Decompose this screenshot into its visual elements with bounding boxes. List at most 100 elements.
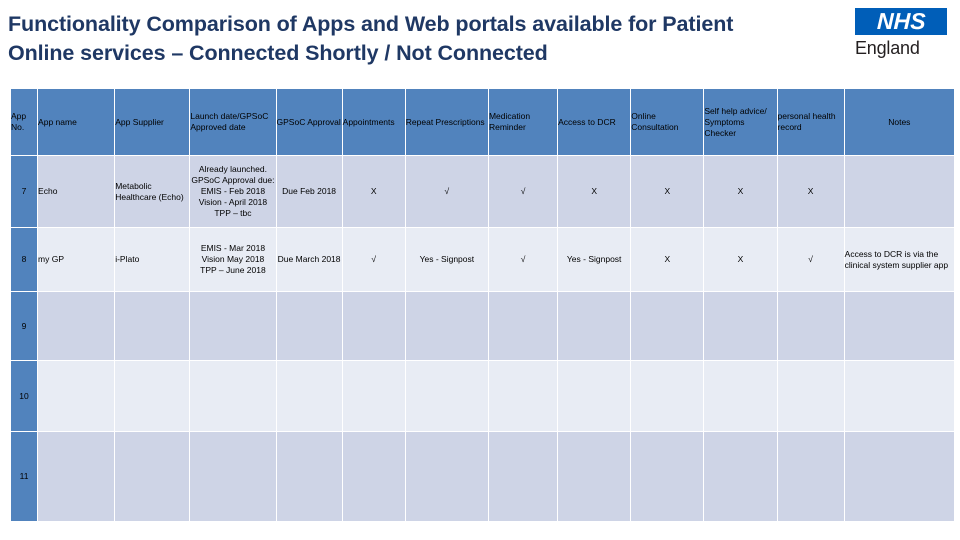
page-title-line-1: Functionality Comparison of Apps and Web… <box>8 12 734 36</box>
cell-app-no: 7 <box>11 156 38 227</box>
cell-medication-reminder <box>488 361 558 431</box>
cell-gpsoc-approval <box>276 361 342 431</box>
nhs-logo-text: NHS <box>876 8 926 34</box>
cell-access-to-dcr: X <box>558 156 631 227</box>
column-header-self-help: Self help advice/ Symptoms Checker <box>704 89 777 155</box>
cell-app-no: 9 <box>11 292 38 360</box>
cell-self-help <box>704 292 777 360</box>
cell-text-line: Vision May 2018 <box>201 254 265 264</box>
column-header-access-to-dcr: Access to DCR <box>558 89 631 155</box>
cell-notes: Access to DCR is via the clinical system… <box>844 228 954 291</box>
cell-self-help: X <box>704 156 777 227</box>
cell-access-to-dcr <box>558 432 631 521</box>
column-header-app-supplier: App Supplier <box>115 89 190 155</box>
column-header-appointments: Appointments <box>342 89 405 155</box>
column-header-online-consultation: Online Consultation <box>631 89 704 155</box>
cell-personal-health-record <box>777 432 844 521</box>
cell-text-line: TPP – tbc <box>214 208 252 218</box>
cell-gpsoc-approval <box>276 292 342 360</box>
cell-app-no: 8 <box>11 228 38 291</box>
table-row[interactable]: 7 Echo Metabolic Healthcare (Echo) Already … <box>11 156 954 227</box>
cell-notes <box>844 292 954 360</box>
cell-personal-health-record: X <box>777 156 844 227</box>
cell-online-consultation: X <box>631 228 704 291</box>
column-header-personal-health-record: personal health record <box>777 89 844 155</box>
cell-appointments: X <box>342 156 405 227</box>
cell-launch-date: Already launched. GPSoC Approval due: EMIS… <box>190 156 276 227</box>
slide-header: Functionality Comparison of Apps and Web… <box>0 0 960 86</box>
column-header-notes: Notes <box>844 89 954 155</box>
cell-notes <box>844 361 954 431</box>
column-header-app-no: App No. <box>11 89 38 155</box>
cell-text-line: GPSoC Approval due: <box>191 175 275 185</box>
cell-app-supplier: i-Plato <box>115 228 190 291</box>
cell-appointments: √ <box>342 228 405 291</box>
table-header-row: App No. App name App Supplier Launch dat… <box>11 89 954 155</box>
cell-text-line: Already launched. <box>198 164 267 174</box>
cell-access-to-dcr: Yes - Signpost <box>558 228 631 291</box>
column-header-medication-reminder: Medication Reminder <box>488 89 558 155</box>
cell-self-help: X <box>704 228 777 291</box>
cell-appointments <box>342 361 405 431</box>
column-header-repeat-prescriptions: Repeat Prescriptions <box>405 89 488 155</box>
cell-appointments <box>342 432 405 521</box>
cell-text-line: TPP – June 2018 <box>200 265 266 275</box>
cell-app-name <box>38 432 115 521</box>
cell-app-supplier: Metabolic Healthcare (Echo) <box>115 156 190 227</box>
cell-repeat-prescriptions <box>405 432 488 521</box>
cell-self-help <box>704 361 777 431</box>
nhs-logo-box: NHS <box>855 8 947 35</box>
cell-self-help <box>704 432 777 521</box>
nhs-logo-subtext: England <box>855 38 920 58</box>
table-row[interactable]: 8 my GP i-Plato EMIS - Mar 2018 Vision May 2… <box>11 228 954 291</box>
cell-online-consultation <box>631 432 704 521</box>
cell-app-supplier <box>115 361 190 431</box>
cell-app-supplier <box>115 292 190 360</box>
column-header-gpsoc-approval: GPSoC Approval <box>276 89 342 155</box>
nhs-england-logo: NHS England <box>855 8 953 62</box>
table-body: 7 Echo Metabolic Healthcare (Echo) Already … <box>11 156 954 521</box>
cell-online-consultation: X <box>631 156 704 227</box>
cell-notes <box>844 156 954 227</box>
cell-access-to-dcr <box>558 292 631 360</box>
cell-repeat-prescriptions: √ <box>405 156 488 227</box>
cell-app-name: Echo <box>38 156 115 227</box>
cell-repeat-prescriptions <box>405 361 488 431</box>
cell-text-line: Vision - April 2018 <box>198 197 268 207</box>
cell-medication-reminder: √ <box>488 228 558 291</box>
table-row[interactable]: 11 <box>11 432 954 521</box>
page-title-line-2: Online services – Connected Shortly / No… <box>8 41 548 65</box>
table-row[interactable]: 9 <box>11 292 954 360</box>
cell-app-name <box>38 292 115 360</box>
cell-text-line: EMIS - Feb 2018 <box>200 186 266 196</box>
cell-online-consultation <box>631 361 704 431</box>
column-header-launch-date: Launch date/GPSoC Approved date <box>190 89 276 155</box>
cell-online-consultation <box>631 292 704 360</box>
cell-personal-health-record <box>777 292 844 360</box>
cell-app-no: 11 <box>11 432 38 521</box>
cell-personal-health-record: √ <box>777 228 844 291</box>
table-row[interactable]: 10 <box>11 361 954 431</box>
column-header-app-name: App name <box>38 89 115 155</box>
functionality-comparison-table: App No. App name App Supplier Launch dat… <box>10 88 955 522</box>
cell-medication-reminder <box>488 292 558 360</box>
cell-text-line: EMIS - Mar 2018 <box>200 243 266 253</box>
cell-medication-reminder: √ <box>488 156 558 227</box>
cell-gpsoc-approval: Due March 2018 <box>276 228 342 291</box>
cell-app-name <box>38 361 115 431</box>
cell-app-no: 10 <box>11 361 38 431</box>
page-title: Functionality Comparison of Apps and Web… <box>8 10 838 68</box>
cell-launch-date: EMIS - Mar 2018 Vision May 2018 TPP – June… <box>190 228 276 291</box>
cell-access-to-dcr <box>558 361 631 431</box>
cell-gpsoc-approval <box>276 432 342 521</box>
cell-personal-health-record <box>777 361 844 431</box>
cell-notes <box>844 432 954 521</box>
cell-medication-reminder <box>488 432 558 521</box>
cell-launch-date <box>190 292 276 360</box>
cell-launch-date <box>190 361 276 431</box>
cell-repeat-prescriptions: Yes - Signpost <box>405 228 488 291</box>
cell-app-name: my GP <box>38 228 115 291</box>
cell-repeat-prescriptions <box>405 292 488 360</box>
table-header: App No. App name App Supplier Launch dat… <box>11 89 954 155</box>
cell-app-supplier <box>115 432 190 521</box>
